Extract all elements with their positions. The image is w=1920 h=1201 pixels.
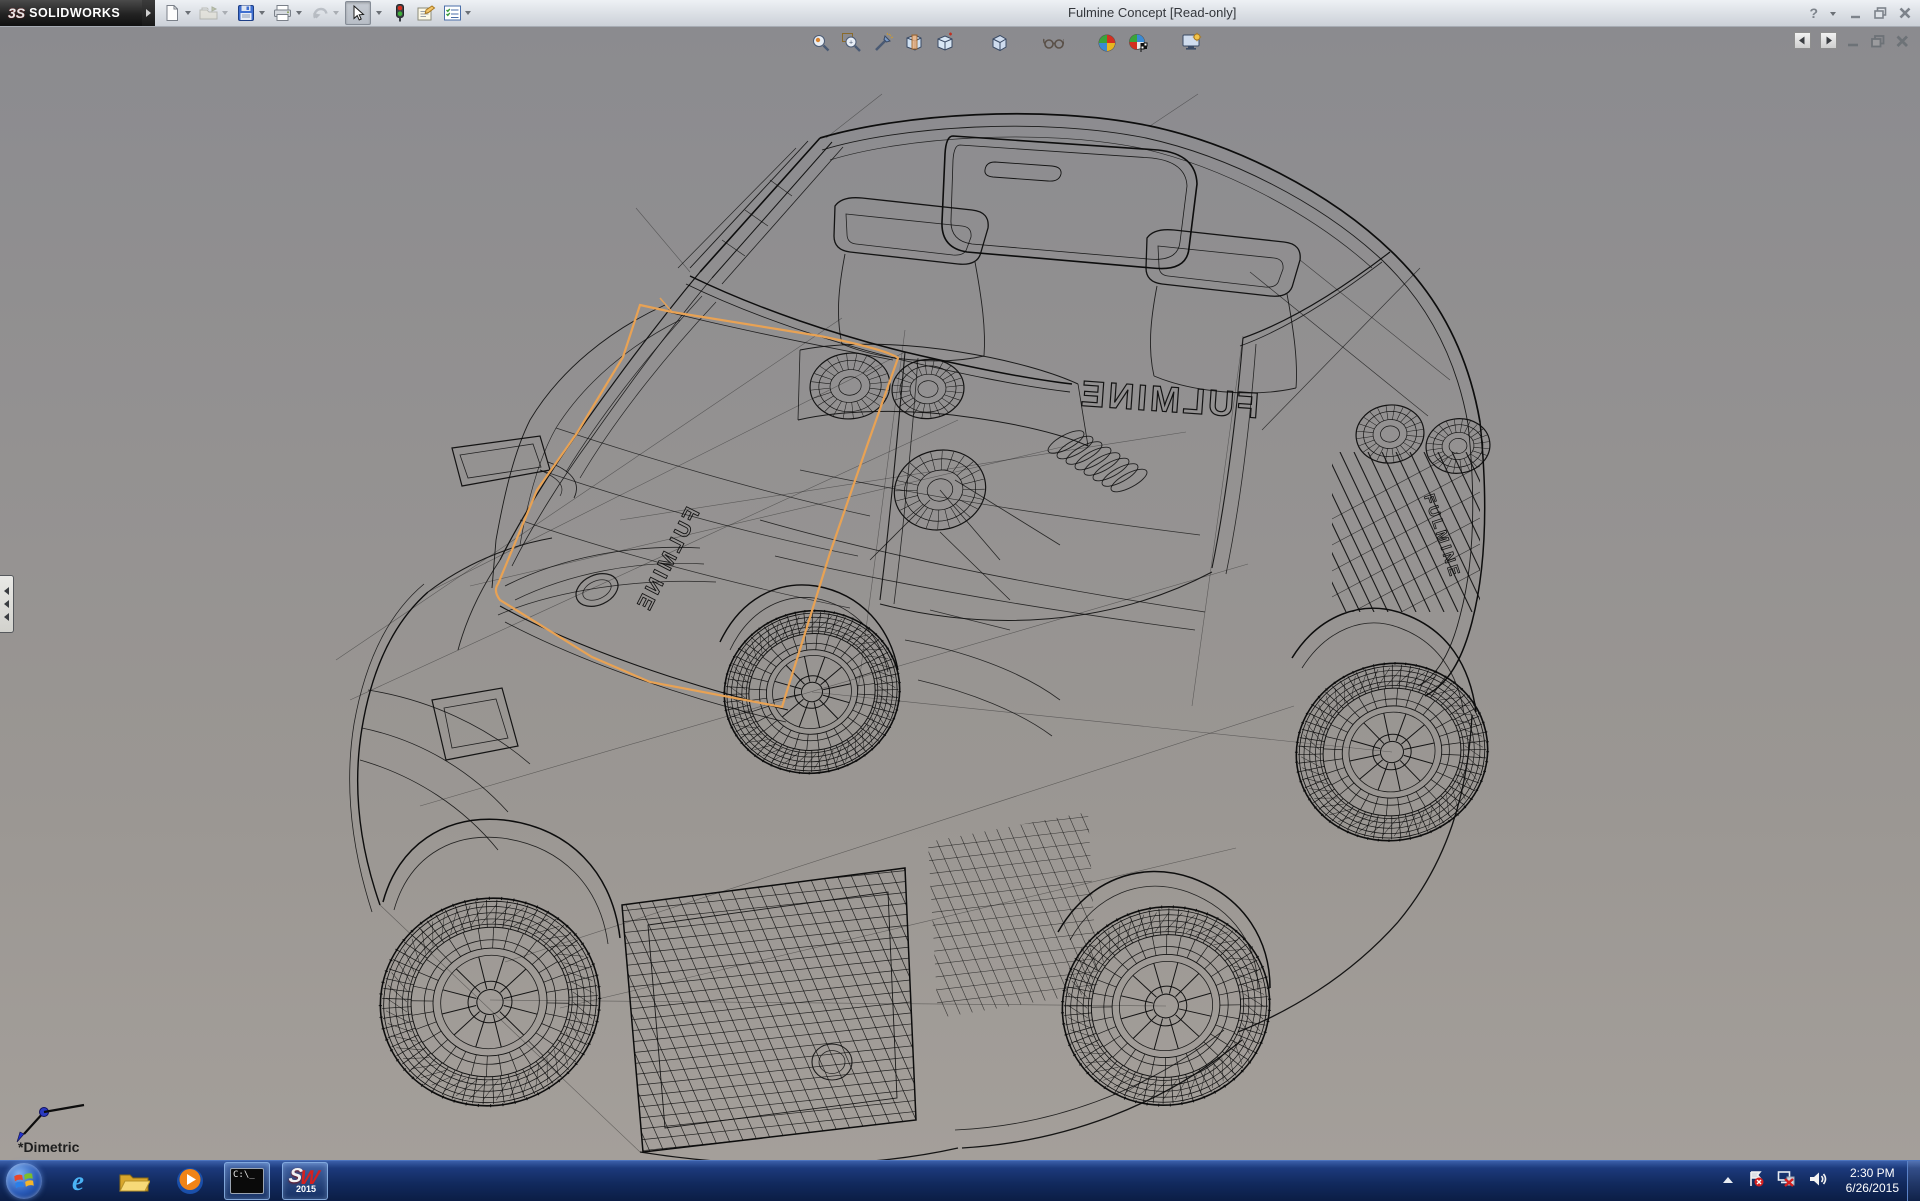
graphics-area[interactable]: + bbox=[0, 26, 1920, 1160]
help-button[interactable]: ? bbox=[1809, 6, 1818, 20]
printer-icon bbox=[272, 2, 294, 24]
reference-triad bbox=[17, 1105, 84, 1142]
folder-icon bbox=[118, 1168, 150, 1194]
print-button[interactable] bbox=[271, 2, 306, 24]
clock-time: 2:30 PM bbox=[1846, 1166, 1899, 1181]
dropdown-icon[interactable] bbox=[465, 11, 471, 15]
clock-date: 6/26/2015 bbox=[1846, 1181, 1899, 1196]
show-hidden-icons-button[interactable] bbox=[1721, 1172, 1735, 1190]
apply-scene-button[interactable] bbox=[1127, 32, 1149, 54]
brand-name: SOLIDWORKS bbox=[29, 6, 120, 20]
cursor-arrow-icon bbox=[347, 2, 369, 24]
rebuild-button[interactable] bbox=[388, 2, 412, 24]
sw-year: 2015 bbox=[296, 1185, 316, 1194]
note-pencil-icon bbox=[415, 2, 437, 24]
model-badge-sill: FULMINE bbox=[632, 504, 704, 616]
open-folder-icon bbox=[198, 2, 220, 24]
taskbar-command-prompt[interactable]: C:\_ bbox=[224, 1162, 270, 1200]
internet-explorer-icon: e bbox=[72, 1166, 84, 1197]
view-settings-button[interactable] bbox=[1181, 32, 1203, 54]
options-button[interactable] bbox=[440, 2, 475, 24]
dropdown-icon[interactable] bbox=[185, 11, 191, 15]
select-tool-button[interactable] bbox=[345, 1, 371, 25]
taskbar-solidworks-2015[interactable]: S W 2015 bbox=[282, 1162, 328, 1200]
close-button[interactable] bbox=[1898, 6, 1912, 20]
windows-flag-icon bbox=[14, 1171, 34, 1191]
window-controls: ? bbox=[1809, 0, 1912, 26]
menu-flyout-button[interactable] bbox=[142, 0, 155, 26]
dropdown-icon[interactable] bbox=[333, 11, 339, 15]
new-document-icon bbox=[161, 2, 183, 24]
window-title: Fulmine Concept [Read-only] bbox=[1068, 5, 1236, 20]
zoom-to-fit-button[interactable] bbox=[810, 32, 832, 54]
document-restore-button[interactable] bbox=[1870, 34, 1886, 48]
system-tray bbox=[1721, 1170, 1828, 1193]
svg-text:+: + bbox=[849, 40, 853, 47]
undo-button[interactable] bbox=[308, 2, 343, 24]
network-disconnected-icon[interactable] bbox=[1777, 1170, 1796, 1193]
title-bar: 3S SOLIDWORKS bbox=[0, 0, 1920, 27]
solidworks-logo: 3S SOLIDWORKS bbox=[0, 0, 142, 26]
main-toolbar bbox=[160, 1, 475, 25]
dropdown-icon[interactable] bbox=[259, 11, 265, 15]
undo-arrow-icon bbox=[309, 2, 331, 24]
edit-appearance-button[interactable] bbox=[1096, 32, 1118, 54]
display-style-button[interactable] bbox=[988, 32, 1010, 54]
media-player-icon bbox=[175, 1166, 205, 1196]
dropdown-icon[interactable] bbox=[296, 11, 302, 15]
show-desktop-button[interactable] bbox=[1907, 1161, 1920, 1201]
action-center-icon[interactable] bbox=[1747, 1170, 1765, 1193]
solidworks-2015-icon: S W 2015 bbox=[287, 1166, 323, 1196]
headsup-view-toolbar: + bbox=[810, 32, 1203, 54]
dropdown-icon[interactable] bbox=[222, 11, 228, 15]
open-button[interactable] bbox=[197, 2, 232, 24]
pane-toggle-left-button[interactable] bbox=[1794, 32, 1811, 49]
traffic-light-icon bbox=[389, 2, 411, 24]
taskbar-internet-explorer[interactable]: e bbox=[56, 1163, 100, 1199]
dropdown-icon bbox=[376, 11, 382, 15]
taskbar-windows-explorer[interactable] bbox=[112, 1163, 156, 1199]
zoom-to-area-button[interactable]: + bbox=[841, 32, 863, 54]
taskbar-media-player[interactable] bbox=[168, 1163, 212, 1199]
document-window-controls bbox=[1794, 32, 1910, 49]
taskbar: e C:\_ S W 2015 bbox=[0, 1160, 1920, 1201]
volume-icon[interactable] bbox=[1808, 1170, 1828, 1193]
view-orientation-button[interactable] bbox=[934, 32, 956, 54]
new-document-button[interactable] bbox=[160, 2, 195, 24]
save-floppy-icon bbox=[235, 2, 257, 24]
document-close-button[interactable] bbox=[1895, 34, 1910, 48]
model-badge-rear: FULMINE bbox=[1420, 492, 1463, 581]
help-dropdown-icon[interactable] bbox=[1830, 12, 1836, 16]
hide-show-items-button[interactable] bbox=[1042, 32, 1064, 54]
wireframe-model[interactable]: FULMINE FULMINE FULMINE bbox=[0, 26, 1920, 1160]
save-button[interactable] bbox=[234, 2, 269, 24]
model-badge-side: FULMINE bbox=[1077, 372, 1260, 426]
checklist-icon bbox=[441, 2, 463, 24]
restore-button[interactable] bbox=[1873, 6, 1888, 20]
previous-view-button[interactable] bbox=[872, 32, 894, 54]
select-dropdown-button[interactable] bbox=[373, 2, 386, 24]
command-prompt-icon: C:\_ bbox=[230, 1168, 264, 1194]
flyout-arrow-icon bbox=[146, 9, 151, 17]
taskbar-clock[interactable]: 2:30 PM 6/26/2015 bbox=[1846, 1166, 1899, 1196]
view-orientation-label: *Dimetric bbox=[18, 1139, 79, 1155]
file-properties-button[interactable] bbox=[414, 2, 438, 24]
minimize-button[interactable] bbox=[1849, 6, 1863, 20]
dassault-3ds-mark: 3S bbox=[8, 5, 25, 21]
section-view-button[interactable] bbox=[903, 32, 925, 54]
start-button[interactable] bbox=[6, 1163, 42, 1199]
document-minimize-button[interactable] bbox=[1846, 34, 1861, 48]
pane-toggle-right-button[interactable] bbox=[1820, 32, 1837, 49]
